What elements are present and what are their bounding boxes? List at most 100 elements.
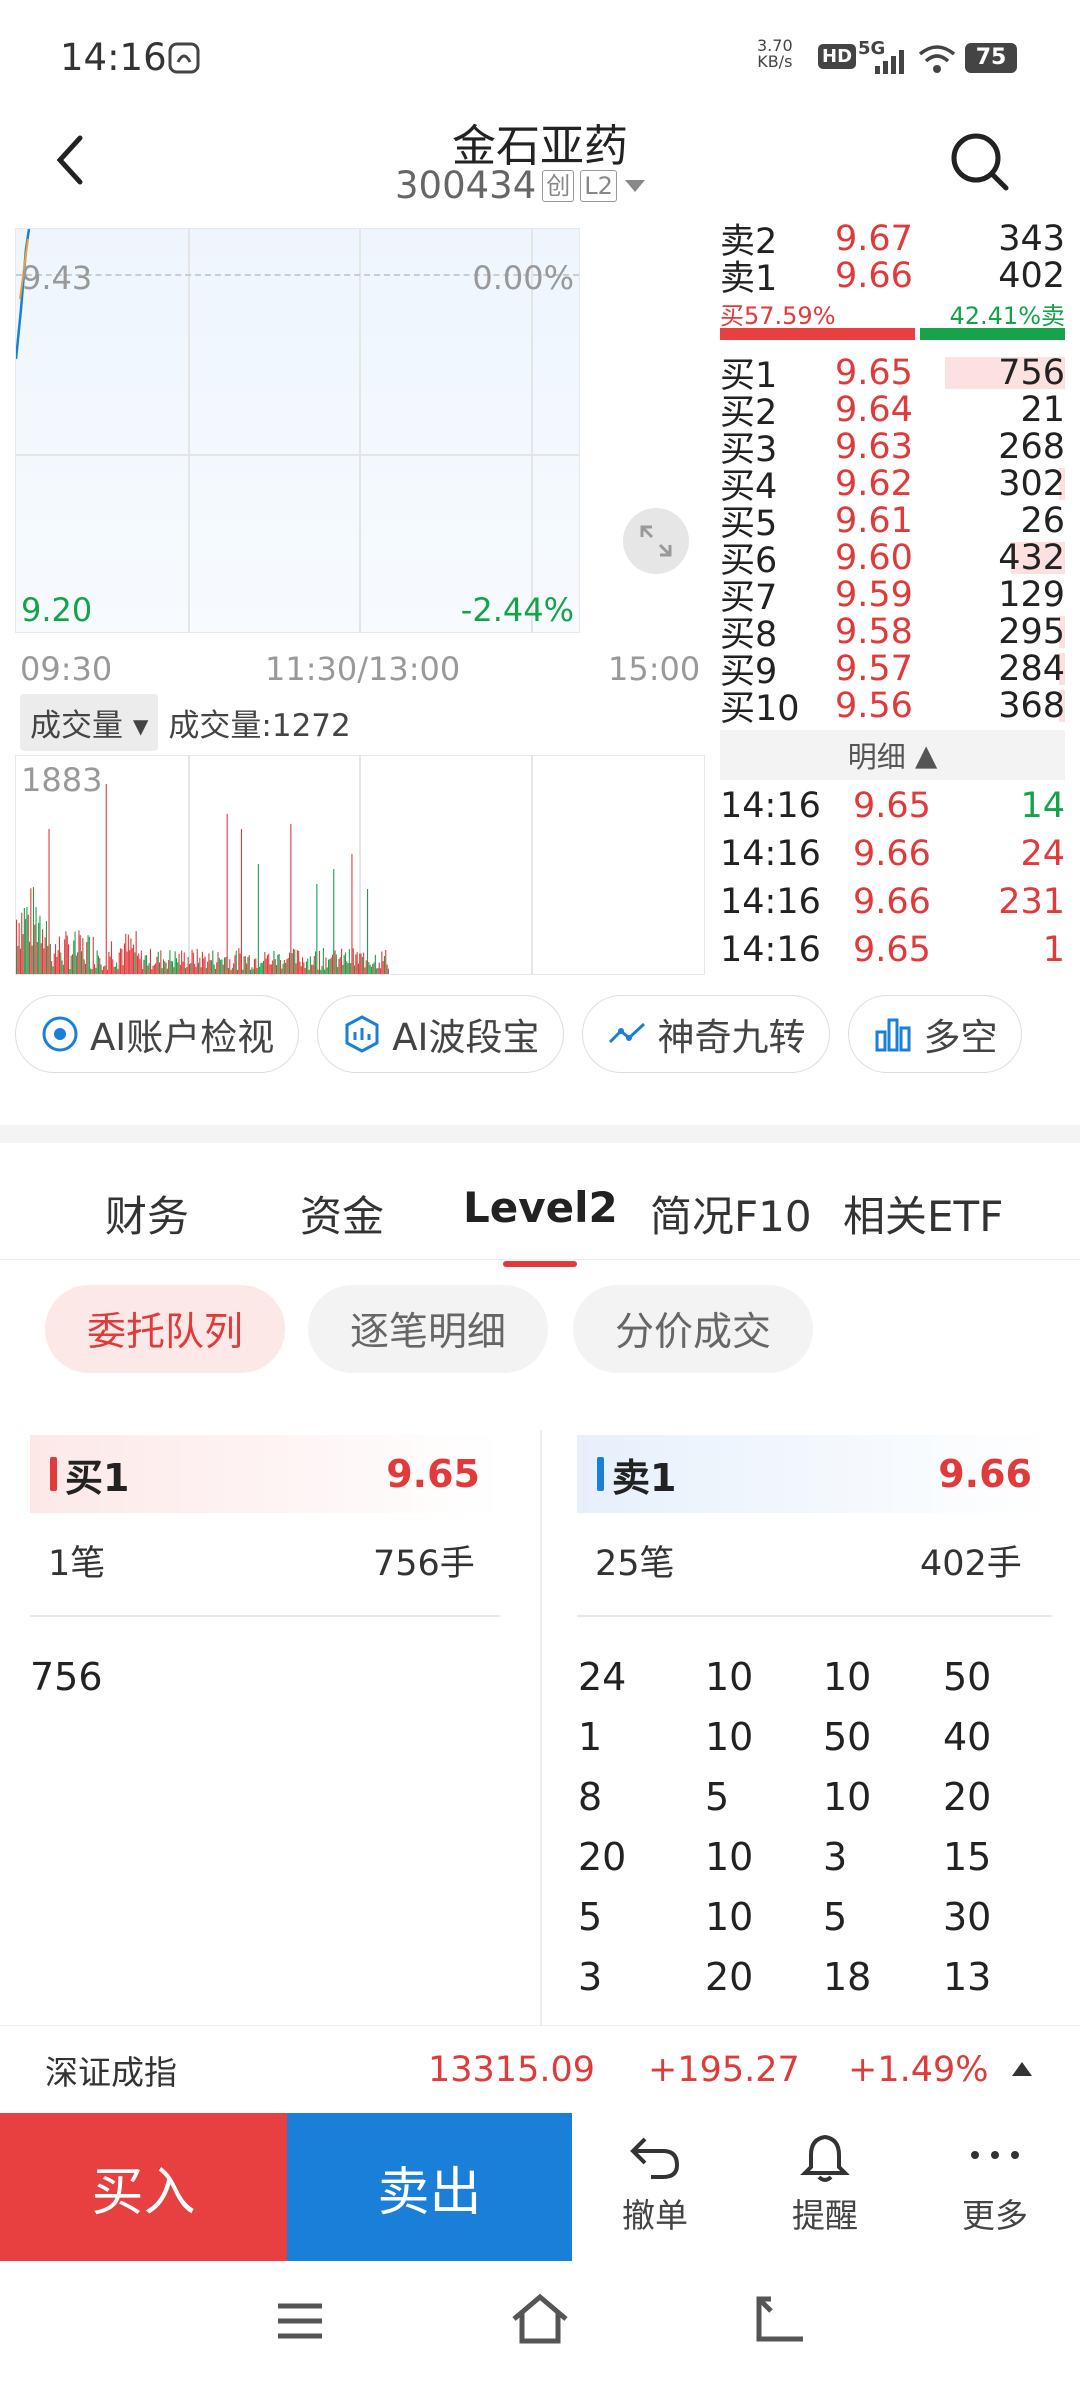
app-notification-icon	[168, 42, 200, 74]
level-price: 9.66	[835, 255, 913, 296]
pct-bottom-label: -2.44%	[460, 591, 574, 629]
ai-wave-button[interactable]: AI波段宝	[317, 995, 565, 1073]
home-icon[interactable]	[510, 2293, 570, 2345]
time-end-label: 15:00	[608, 650, 701, 688]
pill-order-queue[interactable]: 委托队列	[45, 1285, 285, 1373]
level-price: 9.59	[835, 574, 913, 615]
sell1-order-value: 5	[705, 1775, 730, 1819]
sell1-order-value: 10	[705, 1655, 754, 1699]
expand-chart-button[interactable]	[623, 508, 689, 574]
battery-icon: 75	[965, 43, 1017, 73]
stock-code: 300434	[395, 164, 537, 207]
buy1-price: 9.65	[386, 1452, 480, 1496]
expand-up-icon[interactable]	[1010, 2060, 1034, 2078]
sell1-order-value: 3	[823, 1835, 848, 1879]
level-qty: 21	[1020, 389, 1065, 430]
sell1-title: 卖1	[612, 1455, 677, 1500]
order-book[interactable]: 卖2 9.67 343 卖1 9.66 402 买57.59% 42.41%卖 买1 9.6…	[720, 218, 1065, 974]
tab-f10[interactable]: 简况F10	[650, 1183, 812, 1244]
sell1-order-value: 3	[578, 1955, 603, 1999]
wifi-icon	[918, 45, 956, 73]
stock-code-row[interactable]: 300434 创 L2	[395, 164, 647, 207]
search-icon[interactable]	[948, 130, 1010, 192]
ai-account-review-button[interactable]: AI账户检视	[15, 995, 300, 1073]
collapse-triangle-icon: ▲	[914, 738, 938, 772]
menu-icon[interactable]	[275, 2301, 325, 2341]
long-short-button[interactable]: 多空	[848, 995, 1023, 1073]
level2-tag: L2	[580, 169, 617, 202]
level-price: 9.56	[835, 685, 913, 726]
level-qty: 756	[998, 352, 1065, 393]
level-price: 9.63	[835, 426, 913, 467]
buy-button[interactable]: 买入	[0, 2113, 287, 2261]
grid-line	[188, 229, 190, 632]
index-value: 13315.09	[428, 2049, 596, 2090]
sell-level-row[interactable]: 卖1 9.66 402	[720, 255, 1065, 300]
queue-divider	[540, 1430, 542, 2025]
intraday-chart[interactable]: 9.43 0.00% 9.20 -2.44%	[15, 228, 580, 633]
tab-level2[interactable]: Level2	[463, 1183, 618, 1232]
magic-nine-button[interactable]: 神奇九转	[582, 995, 831, 1073]
buy-ratio-bar	[720, 328, 915, 340]
bell-icon	[800, 2134, 850, 2182]
detail-header[interactable]: 明细 ▲	[720, 730, 1065, 780]
tab-finance[interactable]: 财务	[105, 1183, 189, 1244]
eye-icon	[42, 1016, 78, 1052]
sell-ratio-label: 42.41%卖	[949, 302, 1065, 330]
sell-ratio-bar	[920, 328, 1065, 340]
buy1-hands: 756手	[373, 1544, 475, 1584]
divider	[30, 1615, 500, 1617]
pct-top-label: 0.00%	[472, 259, 574, 297]
volume-chart[interactable]: 1883	[15, 755, 705, 975]
detail-tabs: 财务 资金 Level2 简况F10 相关ETF	[0, 1125, 1080, 1267]
pill-price-volume[interactable]: 分价成交	[573, 1285, 813, 1373]
sell1-order-value: 10	[705, 1715, 754, 1759]
price-line	[16, 229, 31, 360]
level-price: 9.61	[835, 500, 913, 541]
back-nav-icon[interactable]	[755, 2295, 807, 2343]
tick-time: 14:16	[720, 834, 821, 874]
more-dots-icon	[971, 2151, 1019, 2159]
buy-level-row[interactable]: 买10 9.56 368	[720, 685, 1065, 729]
level-qty: 284	[998, 648, 1065, 689]
buy1-order-value: 756	[30, 1655, 103, 1699]
level-price: 9.57	[835, 648, 913, 689]
tick-row: 14:16 9.65 14	[720, 782, 1065, 830]
cancel-order-button[interactable]: 撤单	[595, 2133, 715, 2237]
sell1-order-value: 10	[705, 1895, 754, 1939]
bar-chart-icon	[875, 1018, 911, 1052]
status-time: 14:16	[60, 36, 167, 79]
level-price: 9.67	[835, 218, 913, 259]
sell1-order-value: 5	[578, 1895, 603, 1939]
tick-time: 14:16	[720, 786, 821, 826]
pill-tick-detail[interactable]: 逐笔明细	[308, 1285, 548, 1373]
sell1-order-value: 30	[943, 1895, 992, 1939]
sell1-order-value: 15	[943, 1835, 992, 1879]
volume-bars	[16, 784, 389, 974]
indicator-selector[interactable]: 成交量 ▾	[20, 694, 159, 751]
tab-funds[interactable]: 资金	[300, 1183, 384, 1244]
tick-time: 14:16	[720, 930, 821, 970]
tick-row: 14:16 9.66 24	[720, 830, 1065, 878]
level-price: 9.62	[835, 463, 913, 504]
tick-price: 9.65	[853, 930, 931, 970]
volume-label: 成交量:1272	[168, 708, 351, 744]
buy1-queue-header: 买1 9.65	[30, 1435, 500, 1513]
alert-button[interactable]: 提醒	[765, 2133, 885, 2237]
sell1-order-value: 50	[823, 1715, 872, 1759]
active-tab-indicator	[503, 1261, 577, 1267]
level-label: 买10	[720, 689, 800, 729]
sell-button[interactable]: 卖出	[287, 2113, 572, 2261]
more-button[interactable]: 更多	[935, 2133, 1055, 2237]
level-qty: 268	[998, 426, 1065, 467]
level-price: 9.58	[835, 611, 913, 652]
sell1-order-value: 10	[823, 1775, 872, 1819]
buy-marker	[50, 1457, 57, 1491]
index-pct: +1.49%	[848, 2049, 989, 2090]
tick-price: 9.65	[853, 786, 931, 826]
sell1-price: 9.66	[938, 1452, 1032, 1496]
index-ticker[interactable]: 深证成指 13315.09 +195.27 +1.49%	[0, 2025, 1080, 2113]
price-bottom-label: 9.20	[21, 591, 93, 629]
system-nav-bar	[0, 2261, 1080, 2388]
tab-etf[interactable]: 相关ETF	[843, 1183, 1003, 1244]
